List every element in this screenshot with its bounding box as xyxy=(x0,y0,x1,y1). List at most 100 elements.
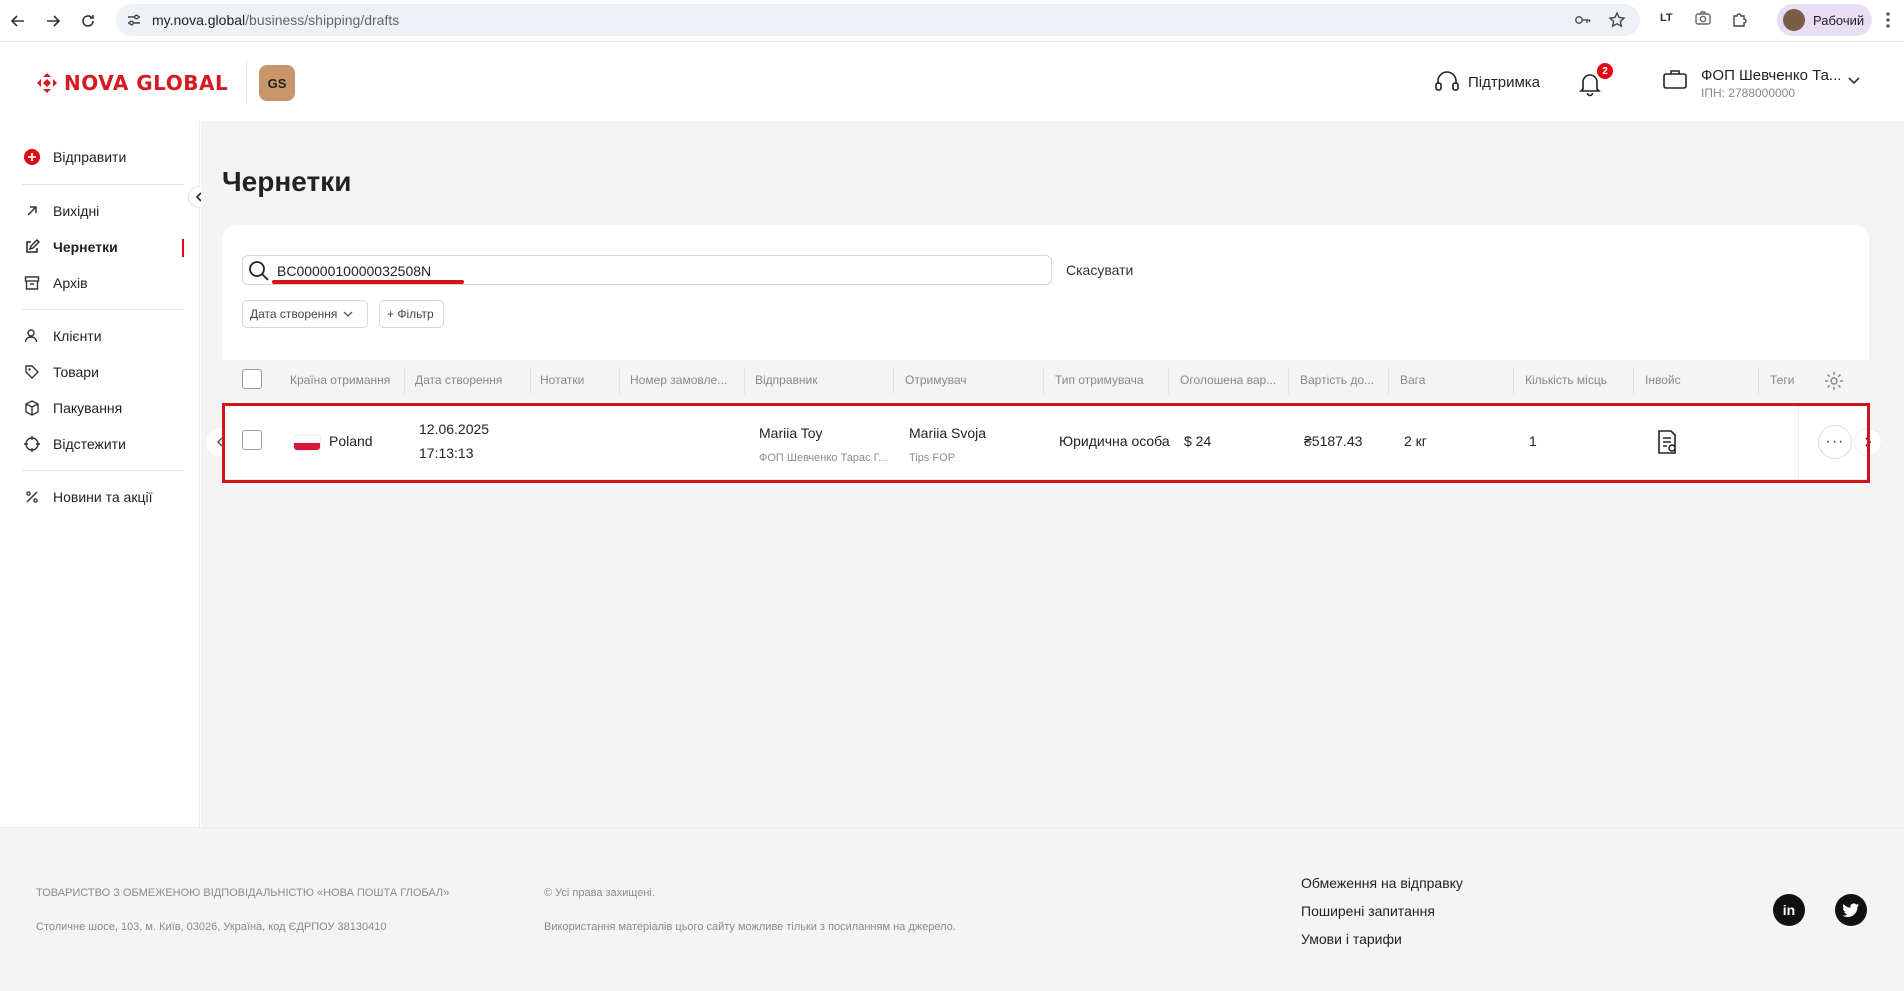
sidebar: Відправити Вихідні Чернетки Архів Клієнт… xyxy=(0,121,200,827)
gs-badge[interactable]: GS xyxy=(259,65,295,101)
column-divider xyxy=(893,368,894,394)
twitter-icon[interactable] xyxy=(1835,894,1867,926)
row-time: 17:13:13 xyxy=(419,445,474,461)
column-divider xyxy=(744,368,745,394)
forward-icon[interactable] xyxy=(41,9,65,33)
headset-icon xyxy=(1435,71,1459,91)
account-name[interactable]: ФОП Шевченко Та... xyxy=(1701,67,1841,84)
linkedin-icon[interactable]: in xyxy=(1773,894,1805,926)
camera-icon[interactable] xyxy=(1694,10,1712,26)
star-icon[interactable] xyxy=(1608,11,1626,29)
browser-toolbar: my.nova.global/business/shipping/drafts … xyxy=(0,0,1904,42)
percent-icon xyxy=(26,491,38,503)
sidebar-item-label: Новини та акції xyxy=(53,489,153,505)
invoice-icon[interactable] xyxy=(1655,429,1679,455)
column-divider xyxy=(1758,368,1759,394)
puzzle-icon[interactable] xyxy=(1731,10,1749,28)
profile-button[interactable]: Рабочий xyxy=(1777,4,1872,36)
row-sender-name: Mariia Toy xyxy=(759,425,823,441)
tune-icon[interactable] xyxy=(126,12,142,28)
column-header-order-number[interactable]: Номер замовле... xyxy=(630,373,740,387)
chevron-down-icon[interactable] xyxy=(1848,77,1860,85)
column-header-country[interactable]: Країна отримання xyxy=(290,373,400,387)
column-divider xyxy=(1388,368,1389,394)
nova-global-logo[interactable]: NOVA GLOBAL xyxy=(36,71,228,95)
sidebar-item-goods[interactable]: Товари xyxy=(24,364,99,380)
sidebar-item-archive[interactable]: Архів xyxy=(24,275,88,291)
footer: ТОВАРИСТВО З ОБМЕЖЕНОЮ ВІДПОВІДАЛЬНІСТЮ … xyxy=(0,827,1904,991)
row-recipient-name: Mariia Svoja xyxy=(909,425,987,441)
filter-date-label: Дата створення xyxy=(250,307,338,321)
sidebar-item-label: Клієнти xyxy=(53,328,102,344)
sidebar-item-outgoing[interactable]: Вихідні xyxy=(24,203,99,219)
edit-icon xyxy=(26,239,40,253)
extension-lt-icon[interactable]: LT xyxy=(1660,12,1673,24)
logo-mark-icon xyxy=(37,73,57,93)
back-icon[interactable] xyxy=(6,9,30,33)
footer-company: ТОВАРИСТВО З ОБМЕЖЕНОЮ ВІДПОВІДАЛЬНІСТЮ … xyxy=(36,887,450,899)
footer-link-terms[interactable]: Умови і тарифи xyxy=(1301,931,1402,947)
tag-icon xyxy=(25,365,39,379)
row-weight: 2 кг xyxy=(1404,433,1427,449)
sidebar-divider xyxy=(22,184,184,185)
sidebar-item-packaging[interactable]: Пакування xyxy=(24,400,122,416)
column-header-invoice[interactable]: Інвойс xyxy=(1645,373,1745,387)
avatar xyxy=(1783,9,1805,31)
sidebar-item-track[interactable]: Відстежити xyxy=(24,436,126,452)
support-link[interactable]: Підтримка xyxy=(1434,70,1540,94)
column-header-notes[interactable]: Нотатки xyxy=(540,373,615,387)
box-icon xyxy=(25,400,39,416)
column-header-tags[interactable]: Теги xyxy=(1770,373,1800,387)
footer-usage-note: Використання матеріалів цього сайту можл… xyxy=(544,921,956,933)
row-recipient-type: Юридична особа xyxy=(1059,433,1170,449)
search-icon xyxy=(247,259,271,283)
row-country: Poland xyxy=(329,433,373,449)
row-checkbox[interactable] xyxy=(242,430,262,450)
page-title: Чернетки xyxy=(222,166,352,197)
menu-dots-icon[interactable] xyxy=(1886,11,1890,29)
chevron-down-icon xyxy=(343,311,353,317)
row-more-button[interactable]: ··· xyxy=(1818,425,1852,459)
chevron-left-icon xyxy=(216,437,223,447)
reload-icon[interactable] xyxy=(76,9,100,33)
column-header-recipient[interactable]: Отримувач xyxy=(905,373,1035,387)
footer-link-restrictions[interactable]: Обмеження на відправку xyxy=(1301,875,1463,891)
column-divider xyxy=(1168,368,1169,394)
column-header-places[interactable]: Кількість місць xyxy=(1525,373,1635,387)
column-header-delivery-cost[interactable]: Вартість до... xyxy=(1300,373,1380,387)
footer-address: Столичне шосе, 103, м. Київ, 03026, Укра… xyxy=(36,921,387,933)
gear-icon[interactable] xyxy=(1823,370,1845,392)
sidebar-item-drafts[interactable]: Чернетки xyxy=(24,239,118,255)
users-icon xyxy=(24,329,38,343)
sidebar-item-label: Відстежити xyxy=(53,436,126,452)
address-bar[interactable]: my.nova.global/business/shipping/drafts xyxy=(116,4,1640,36)
column-divider xyxy=(530,368,531,394)
target-icon xyxy=(24,436,40,452)
column-header-declared-value[interactable]: Оголошена вар... xyxy=(1180,373,1282,387)
column-divider xyxy=(1288,368,1289,394)
footer-rights: © Усі права захищені. xyxy=(544,887,655,899)
select-all-checkbox[interactable] xyxy=(242,369,262,389)
add-filter-button[interactable]: + Фільтр xyxy=(379,300,444,328)
column-divider xyxy=(1633,368,1634,394)
column-header-sender[interactable]: Відправник xyxy=(755,373,890,387)
sidebar-item-label: Відправити xyxy=(53,149,127,165)
briefcase-icon[interactable] xyxy=(1662,67,1688,91)
column-header-weight[interactable]: Вага xyxy=(1400,373,1510,387)
table-row[interactable] xyxy=(222,406,1869,480)
sidebar-item-send[interactable]: Відправити xyxy=(24,149,126,165)
key-icon[interactable] xyxy=(1574,12,1592,28)
cancel-search-button[interactable]: Скасувати xyxy=(1066,262,1133,278)
logo-text: NOVA GLOBAL xyxy=(64,71,229,95)
filter-date-dropdown[interactable]: Дата створення xyxy=(242,300,368,328)
scroll-left-button[interactable] xyxy=(206,428,234,456)
column-header-recipient-type[interactable]: Тип отримувача xyxy=(1055,373,1165,387)
scroll-right-button[interactable] xyxy=(1854,428,1882,456)
active-indicator xyxy=(182,239,184,257)
sidebar-item-clients[interactable]: Клієнти xyxy=(24,328,102,344)
column-header-date[interactable]: Дата створення xyxy=(415,373,525,387)
footer-link-faq[interactable]: Поширені запитання xyxy=(1301,903,1435,919)
sidebar-item-news[interactable]: Новини та акції xyxy=(24,489,152,505)
row-declared-value: $ 24 xyxy=(1184,433,1212,449)
sidebar-divider xyxy=(22,309,184,310)
